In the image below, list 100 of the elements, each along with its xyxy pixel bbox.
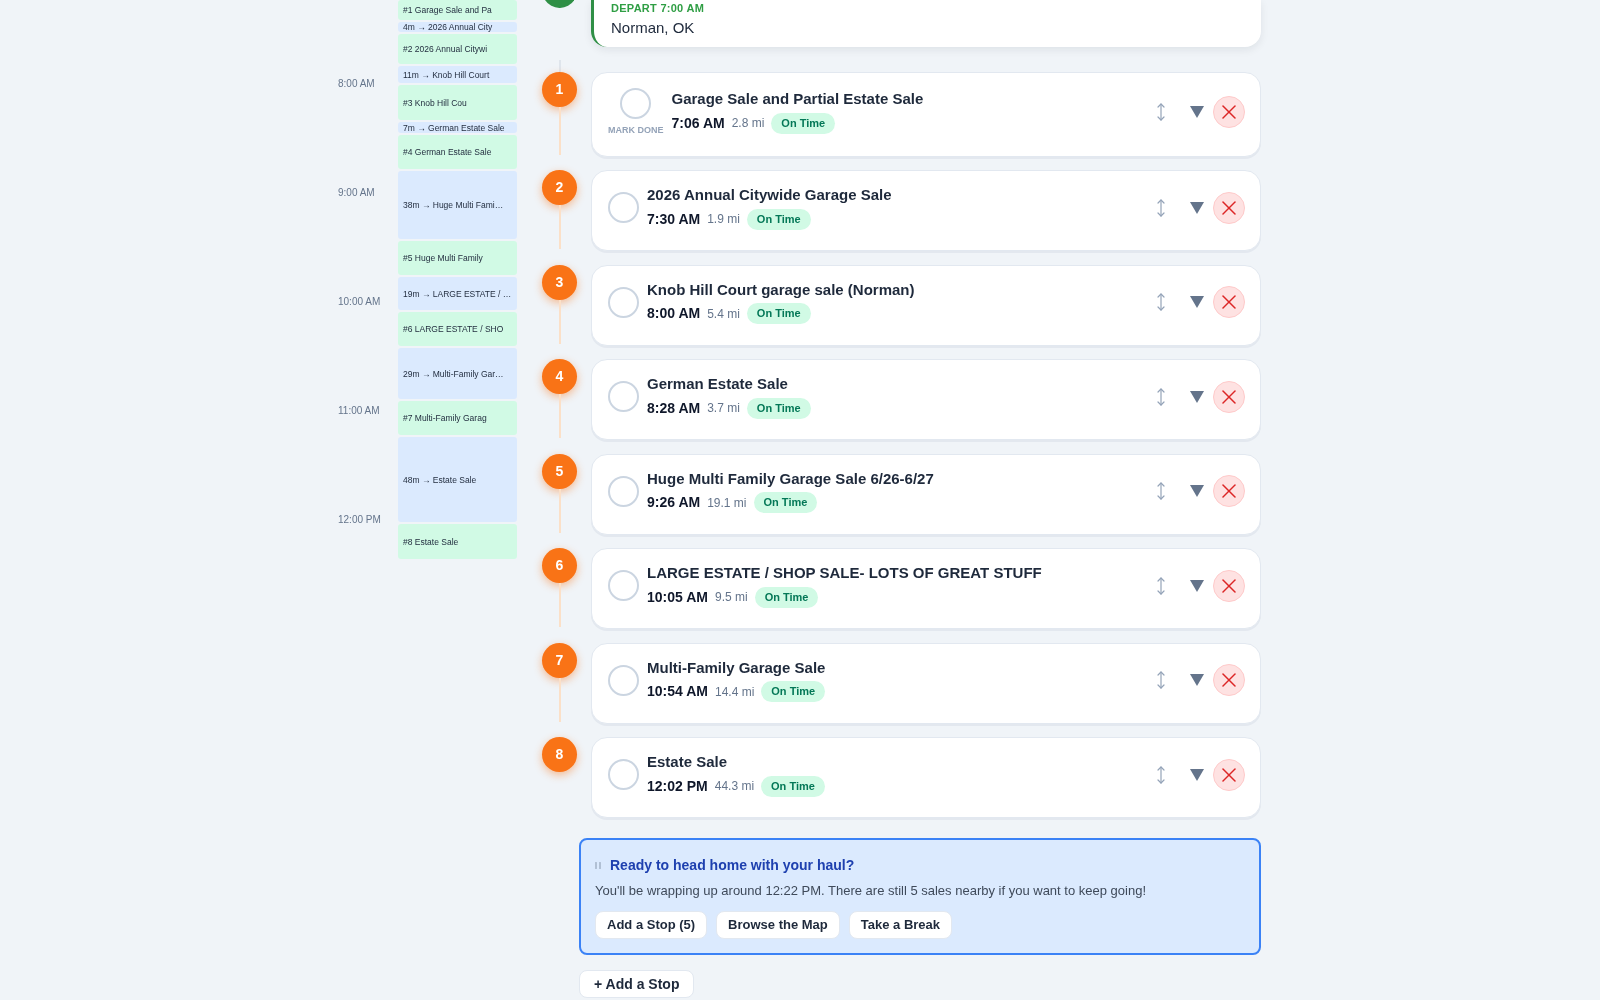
arrival-time: 10:54 AM — [647, 682, 708, 701]
close-icon — [1222, 200, 1236, 215]
depart-label: DEPART 7:00 AM — [611, 2, 706, 15]
travel-block: 7m → German Estate Sale — [398, 122, 517, 133]
up-down-arrow-icon[interactable] — [1157, 102, 1165, 121]
mark-done-checkbox[interactable] — [608, 475, 639, 507]
hour-label: 10:00 AM — [338, 296, 382, 308]
status-badge: On Time — [761, 775, 825, 797]
travel-block: 48m → Estate Sale — [398, 437, 517, 522]
mark-done-checkbox[interactable] — [608, 192, 639, 223]
up-down-arrow-icon[interactable] — [1157, 293, 1165, 311]
mark-done-checkbox[interactable] — [620, 87, 652, 119]
stop-block: #8 Estate Sale — [398, 524, 517, 559]
stop-title: Garage Sale and Partial Estate Sale — [671, 89, 924, 109]
stop-title: LARGE ESTATE / SHOP SALE- LOTS OF GREAT STUFF — [647, 563, 1042, 583]
up-down-arrow-icon[interactable] — [1157, 198, 1165, 217]
close-icon — [1222, 673, 1236, 687]
mark-done-checkbox[interactable] — [608, 759, 639, 790]
remove-button[interactable] — [1213, 286, 1245, 318]
arrival-time: 12:02 PM — [647, 776, 708, 796]
distance-label: 19.1 mi — [707, 494, 747, 512]
remove-button[interactable] — [1213, 95, 1245, 128]
caret-icon — [1190, 201, 1204, 214]
expand-button[interactable] — [1190, 296, 1204, 308]
caret-icon — [1190, 296, 1204, 308]
add-stop-button[interactable]: + Add a Stop — [579, 970, 695, 998]
remove-button[interactable] — [1213, 475, 1245, 507]
distance-label: 14.4 mi — [714, 683, 755, 701]
expand-button[interactable] — [1190, 201, 1204, 214]
stop-title: German Estate Sale — [647, 374, 789, 394]
stop-title: 2026 Annual Citywide Garage Sale — [647, 185, 892, 205]
depart-location: Norman, OK — [611, 18, 696, 38]
remove-button[interactable] — [1213, 380, 1245, 413]
stop-title: Knob Hill Court garage sale (Norman) — [647, 279, 915, 300]
expand-button[interactable] — [1190, 390, 1204, 403]
caret-icon — [1190, 105, 1204, 118]
caret-icon — [1190, 390, 1204, 403]
stop-number-badge: 2 — [542, 170, 577, 205]
connector-line — [558, 583, 561, 627]
caret-icon — [1190, 768, 1204, 781]
stop-block: #4 German Estate Sale — [398, 135, 517, 169]
stop-title: Estate Sale — [647, 752, 729, 772]
suggestion-title: Ready to head home with your haul? — [610, 855, 855, 875]
distance-label: 1.9 mi — [707, 211, 740, 228]
status-badge: On Time — [771, 112, 836, 134]
stop-title: Multi-Family Garage Sale — [647, 657, 826, 678]
connector-line — [558, 299, 561, 344]
distance-label: 44.3 mi — [714, 778, 755, 795]
travel-block: 11m → Knob Hill Court — [398, 66, 517, 83]
stop-number-badge: 3 — [542, 264, 577, 300]
mark-done-checkbox[interactable] — [608, 286, 639, 318]
remove-button[interactable] — [1213, 664, 1245, 696]
close-icon — [1222, 578, 1236, 593]
arrival-time: 7:06 AM — [671, 113, 725, 133]
suggestion-action-button[interactable]: Browse the Map — [716, 911, 840, 939]
mark-done-checkbox[interactable] — [608, 664, 639, 696]
up-down-arrow-icon[interactable] — [1157, 576, 1165, 595]
arrival-time: 9:26 AM — [647, 493, 701, 512]
stop-number-badge: 5 — [542, 453, 577, 489]
distance-label: 3.7 mi — [707, 400, 740, 417]
stop-number-badge: 8 — [542, 737, 577, 772]
stop-block: #2 2026 Annual Citywi — [398, 34, 517, 64]
suggestion-action-button[interactable]: Add a Stop (5) — [595, 911, 708, 939]
stop-title: Huge Multi Family Garage Sale 6/26-6/27 — [647, 468, 934, 489]
expand-button[interactable] — [1190, 579, 1204, 592]
stop-block: #1 Garage Sale and Pa — [398, 0, 517, 20]
stop-number-badge: 6 — [542, 548, 577, 583]
connector-line — [558, 107, 561, 155]
mark-done-checkbox[interactable] — [608, 381, 639, 412]
remove-button[interactable] — [1213, 758, 1245, 791]
mark-done-label: MARK DONE — [608, 124, 664, 136]
close-icon — [1222, 104, 1236, 119]
up-down-arrow-icon[interactable] — [1157, 671, 1165, 689]
hour-label: 11:00 AM — [338, 405, 381, 417]
close-icon — [1222, 767, 1236, 782]
expand-button[interactable] — [1190, 674, 1204, 686]
travel-block: 29m → Multi-Family Gar… — [398, 348, 517, 399]
arrival-time: 7:30 AM — [647, 209, 701, 229]
stop-number-badge: 1 — [542, 72, 577, 107]
expand-button[interactable] — [1190, 485, 1204, 497]
expand-button[interactable] — [1190, 105, 1204, 118]
connector-line — [558, 488, 561, 533]
up-down-arrow-icon[interactable] — [1157, 482, 1165, 500]
stop-block: #3 Knob Hill Cou — [398, 85, 517, 120]
travel-block: 38m → Huge Multi Fami… — [398, 171, 517, 239]
suggestion-action-button[interactable]: Take a Break — [848, 911, 953, 939]
up-down-arrow-icon[interactable] — [1157, 387, 1165, 406]
distance-label: 2.8 mi — [731, 115, 765, 132]
mark-done-checkbox[interactable] — [608, 570, 639, 601]
arrival-time: 8:00 AM — [647, 304, 701, 323]
stop-block: #7 Multi-Family Garag — [398, 401, 517, 435]
stop-number-badge: 4 — [542, 359, 577, 394]
quote-icon — [595, 861, 601, 869]
remove-button[interactable] — [1213, 191, 1245, 224]
expand-button[interactable] — [1190, 768, 1204, 781]
stop-number-badge: 7 — [542, 642, 577, 678]
up-down-arrow-icon[interactable] — [1157, 765, 1165, 784]
distance-label: 9.5 mi — [714, 589, 748, 606]
remove-button[interactable] — [1213, 569, 1245, 602]
close-icon — [1222, 295, 1236, 309]
